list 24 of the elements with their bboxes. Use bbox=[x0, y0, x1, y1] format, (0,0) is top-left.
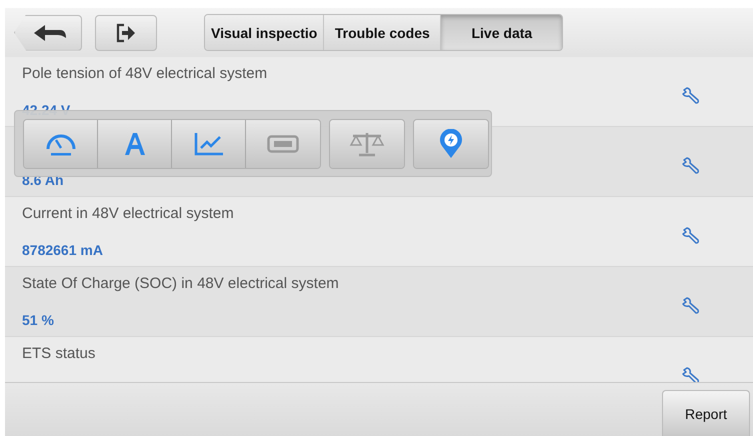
tab[interactable]: Visual inspectio bbox=[205, 15, 324, 50]
parameter-name: ETS status bbox=[22, 345, 96, 362]
wrench-icon[interactable] bbox=[681, 86, 701, 106]
parameter-value: 51 % bbox=[22, 312, 54, 328]
wrench-icon[interactable] bbox=[681, 156, 701, 176]
mode-button[interactable] bbox=[246, 120, 320, 168]
exit-button[interactable] bbox=[95, 14, 157, 50]
tab[interactable]: Trouble codes bbox=[324, 15, 442, 50]
wrench-icon[interactable] bbox=[681, 226, 701, 246]
back-button[interactable] bbox=[14, 14, 82, 50]
exit-icon bbox=[116, 22, 136, 42]
parameter-value: 8782661 mA bbox=[22, 242, 103, 258]
parameter-name: Current in 48V electrical system bbox=[22, 205, 234, 222]
parameter-name: Pole tension of 48V electrical system bbox=[22, 65, 268, 82]
data-row[interactable]: State Of Charge (SOC) in 48V electrical system 51 % bbox=[5, 267, 753, 337]
mode-button[interactable] bbox=[98, 120, 172, 168]
mode-button[interactable] bbox=[172, 120, 246, 168]
mode-button[interactable] bbox=[24, 120, 98, 168]
tab[interactable]: Live data bbox=[441, 15, 562, 50]
report-button[interactable]: Report bbox=[662, 390, 750, 436]
back-arrow-icon bbox=[34, 24, 66, 42]
wrench-icon[interactable] bbox=[681, 366, 701, 382]
wrench-icon[interactable] bbox=[681, 296, 701, 316]
parameter-name: State Of Charge (SOC) in 48V electrical system bbox=[22, 275, 339, 292]
